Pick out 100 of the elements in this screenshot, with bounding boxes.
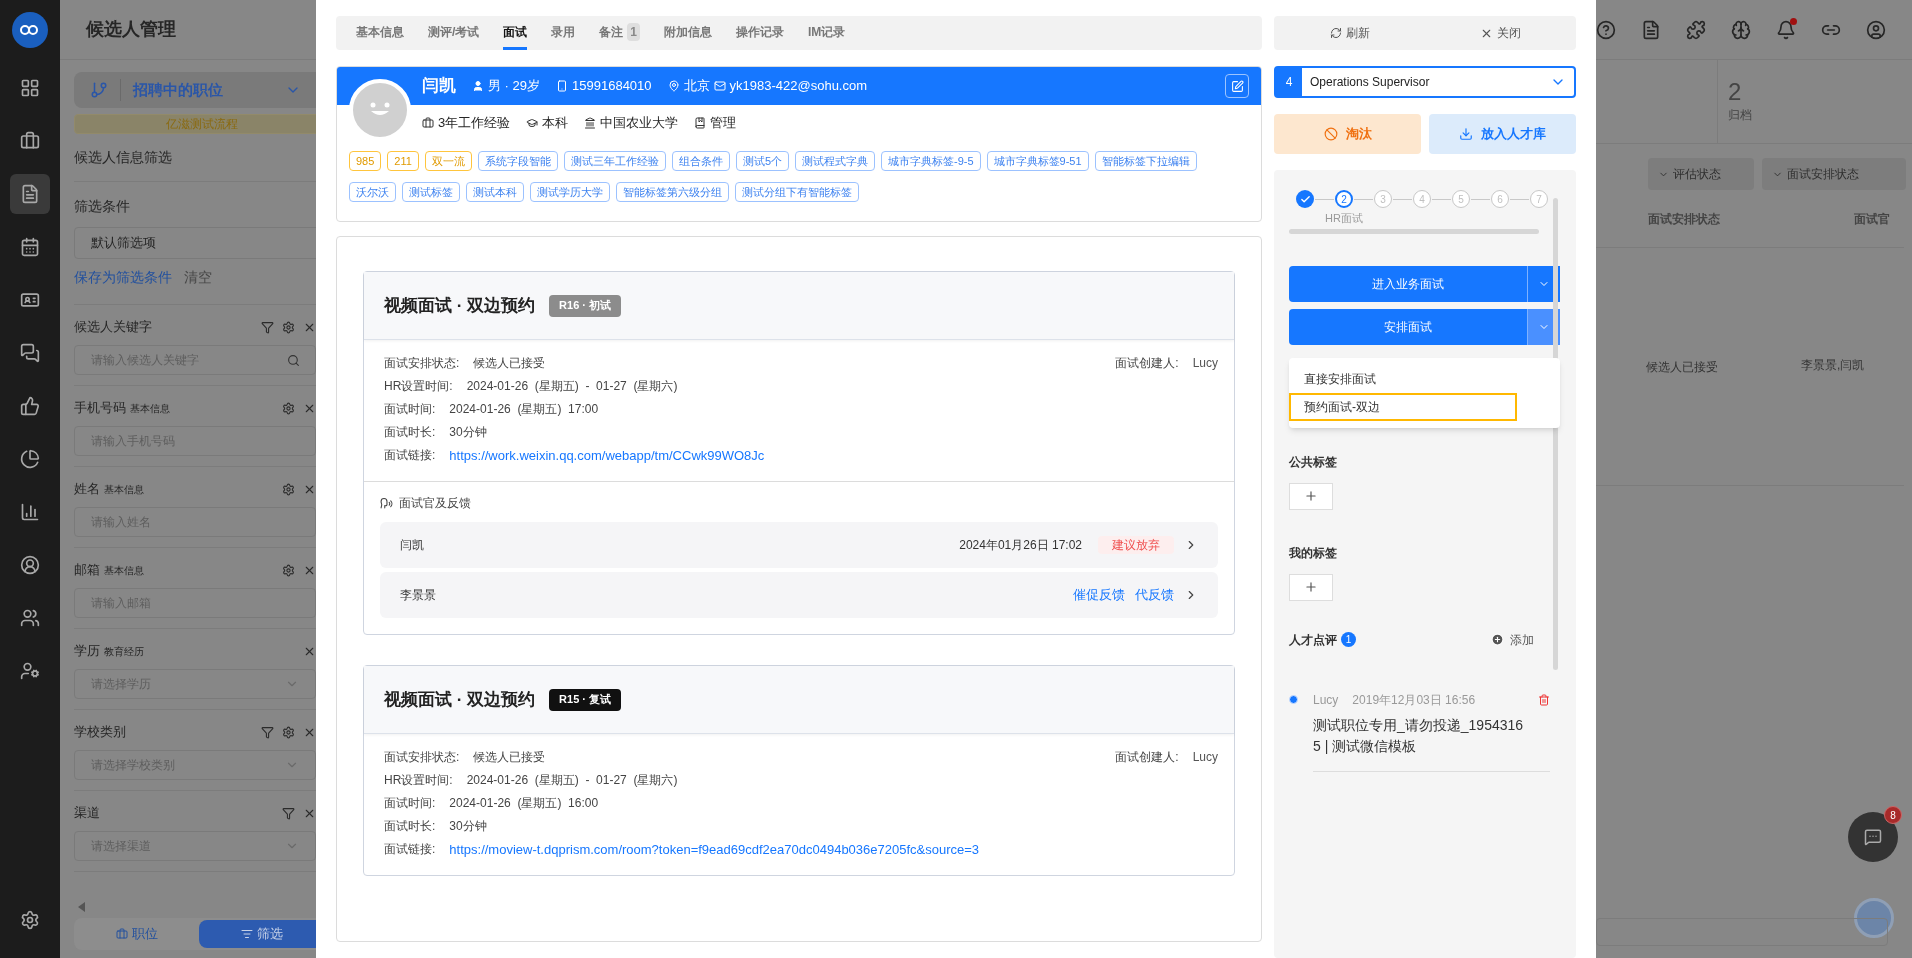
- document-icon: [20, 184, 40, 204]
- phone-icon: [556, 80, 568, 92]
- bottom-tab[interactable]: 职位: [74, 920, 199, 948]
- feedback-action-link[interactable]: 代反馈: [1135, 585, 1174, 605]
- candidate-tag: 测试分组下有智能标签: [735, 182, 859, 202]
- tab[interactable]: 测评/考试: [428, 16, 480, 50]
- detail-label: 面试链接:: [384, 841, 436, 858]
- stat-value: 2: [1728, 78, 1743, 106]
- puzzle-icon[interactable]: [1686, 19, 1706, 40]
- settings-icon[interactable]: [282, 401, 295, 415]
- filter-icon[interactable]: [261, 320, 274, 334]
- refresh-button[interactable]: 刷新: [1274, 16, 1425, 50]
- add-tag-button[interactable]: [1289, 482, 1333, 510]
- round-badge: R15 · 复试: [549, 688, 622, 711]
- interview-link[interactable]: https://moview-t.dqprism.com/room?token=f9ead69cdf2ea70dc0494b036e7205fc&source=3: [449, 838, 980, 861]
- nav-item[interactable]: [10, 174, 50, 214]
- save-filter-link[interactable]: 保存为筛选条件: [74, 267, 172, 288]
- edit-icon: [1230, 79, 1244, 93]
- add-review-button[interactable]: 添加: [1491, 630, 1534, 649]
- graduation-cap-icon: [526, 117, 539, 129]
- detail-value: 2024-01-26 (星期五) 17:00: [449, 401, 599, 418]
- edit-button[interactable]: [1225, 74, 1249, 98]
- feedback-time: 2024年01月26日 17:02: [959, 537, 1082, 554]
- candidate-tag: 211: [387, 151, 419, 171]
- candidate-tag: 城市字典标签-9-5: [881, 151, 981, 171]
- detail-value: 候选人已接受: [473, 355, 546, 372]
- filter-label: 邮箱: [74, 561, 100, 580]
- chat-button[interactable]: [1848, 812, 1898, 862]
- clear-link[interactable]: 清空: [184, 267, 212, 288]
- feedback-row[interactable]: 闫凯 2024年01月26日 17:02 建议放弃: [380, 522, 1218, 568]
- job-title: Operations Supervisor: [1310, 74, 1431, 91]
- candidate-tag: 测试本科: [466, 182, 524, 202]
- ban-icon: [1323, 127, 1338, 141]
- book-icon: [694, 117, 707, 129]
- location-icon: [667, 80, 680, 92]
- close-button[interactable]: 关闭: [1425, 16, 1576, 50]
- chat-icon: [1864, 828, 1882, 846]
- briefcase-icon: [115, 928, 128, 940]
- interview-title: 视频面试 · 双边预约: [384, 688, 536, 711]
- filter-label: 姓名: [74, 480, 100, 499]
- tab[interactable]: IM记录: [808, 16, 846, 50]
- tab[interactable]: 录用: [551, 16, 576, 50]
- conditions-label: 筛选条件: [74, 197, 131, 216]
- talent-pool-button[interactable]: 放入人才库: [1429, 114, 1576, 154]
- table-cell-text: 李景景,闫凯: [1801, 356, 1865, 374]
- interview-link[interactable]: https://work.weixin.qq.com/webapp/tm/CCwk99WO8Jc: [449, 444, 765, 467]
- filter-category: 基本信息: [104, 563, 144, 578]
- tab[interactable]: 备注 1: [599, 16, 641, 50]
- settings-icon[interactable]: [282, 320, 295, 334]
- plus-circle-icon: [1491, 633, 1504, 646]
- detail-value: 2024-01-26 (星期五) - 01-27 (星期六): [466, 378, 678, 395]
- candidate-tag: 城市字典标签9-51: [986, 151, 1089, 171]
- tab[interactable]: 基本信息: [356, 16, 404, 50]
- filter-icon[interactable]: [261, 725, 274, 739]
- section-label: 我的标签: [1289, 545, 1337, 560]
- filter-label: 渠道: [74, 804, 100, 823]
- bottom-tab[interactable]: 筛选: [199, 920, 316, 948]
- candidate-tag: 测试程式字典: [795, 151, 876, 171]
- person-icon: [472, 80, 484, 92]
- detail-value: 候选人已接受: [473, 749, 546, 766]
- detail-label: 面试时长:: [384, 424, 436, 441]
- feedback-row[interactable]: 李景景 催促反馈 代反馈: [380, 572, 1218, 618]
- filter-button[interactable]: 面试安排状态: [1762, 158, 1906, 190]
- filter-icon[interactable]: [282, 806, 295, 820]
- job-select[interactable]: 4 Operations Supervisor: [1274, 66, 1576, 98]
- id-card-icon: [20, 290, 40, 310]
- tab[interactable]: 附加信息: [664, 16, 713, 50]
- tab[interactable]: 操作记录: [736, 16, 785, 50]
- user-icon[interactable]: [1866, 19, 1886, 40]
- settings-icon[interactable]: [282, 725, 295, 739]
- menu-item[interactable]: 预约面试-双边: [1289, 393, 1517, 421]
- candidate-tag: 测试标签: [402, 182, 460, 202]
- document-icon[interactable]: [1641, 19, 1661, 40]
- settings-icon[interactable]: [282, 482, 295, 496]
- bell-icon[interactable]: [1776, 19, 1796, 40]
- menu-item[interactable]: 直接安排面试: [1289, 365, 1517, 393]
- interviewer-icon: [380, 496, 393, 510]
- section-label: 人才点评: [1289, 631, 1337, 649]
- settings-icon[interactable]: [20, 910, 40, 930]
- comment-text: 测试职位专用_请勿投递_19543165 | 测试微信模板: [1313, 715, 1525, 756]
- filter-button[interactable]: 评估状态: [1648, 158, 1754, 190]
- settings-icon[interactable]: [282, 563, 295, 577]
- pie-chart-icon: [20, 449, 40, 469]
- detail-label: 面试创建人:: [1115, 749, 1179, 766]
- delete-icon[interactable]: [1538, 693, 1550, 706]
- conditions-select[interactable]: 默认筛选项: [74, 227, 316, 259]
- search-icon: [287, 354, 300, 367]
- comment-author: Lucy: [1313, 691, 1339, 709]
- feedback-action-link[interactable]: 催促反馈: [1073, 585, 1125, 605]
- detail-label: 面试时间:: [384, 795, 436, 812]
- candidate-tag: 985: [349, 151, 382, 171]
- filter-label: 手机号码: [74, 399, 126, 418]
- comment-time: 2019年12月03日 16:56: [1352, 691, 1476, 709]
- reject-button[interactable]: 淘汰: [1274, 114, 1421, 154]
- detail-label: 面试创建人:: [1115, 355, 1179, 372]
- add-tag-button[interactable]: [1289, 573, 1333, 601]
- filter-category: 基本信息: [104, 482, 144, 497]
- tab[interactable]: 面试: [503, 16, 528, 50]
- help-icon[interactable]: [1596, 19, 1616, 40]
- detail-label: 面试链接:: [384, 447, 436, 464]
